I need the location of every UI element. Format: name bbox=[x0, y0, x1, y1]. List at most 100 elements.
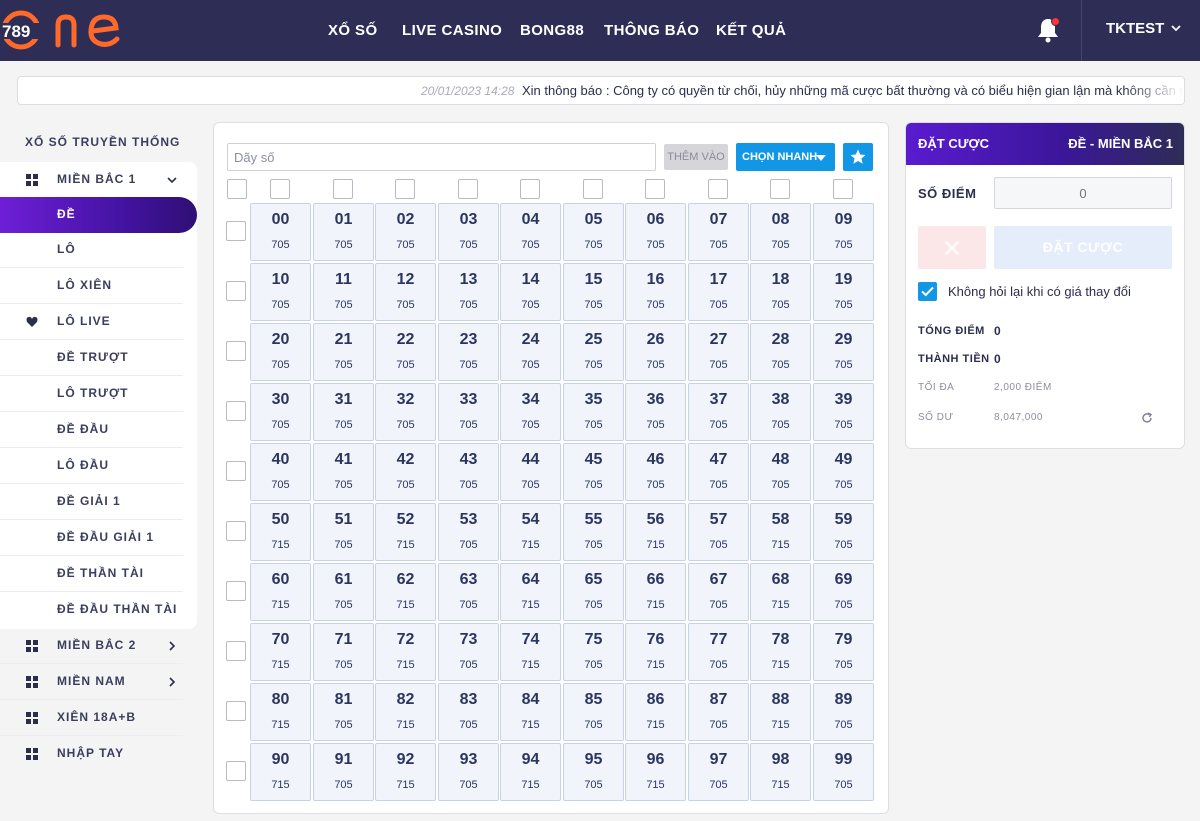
column-checkbox[interactable] bbox=[395, 179, 415, 199]
number-cell[interactable]: 83 705 bbox=[438, 683, 499, 741]
number-cell[interactable]: 22 705 bbox=[375, 323, 436, 381]
number-cell[interactable]: 54 715 bbox=[500, 503, 561, 561]
sidebar-item-de-dau[interactable]: ĐỀ ĐẦU bbox=[0, 412, 183, 448]
number-cell[interactable]: 96 715 bbox=[625, 743, 686, 801]
row-checkbox[interactable] bbox=[226, 401, 246, 421]
row-checkbox[interactable] bbox=[226, 641, 246, 661]
number-cell[interactable]: 39 705 bbox=[813, 383, 874, 441]
column-checkbox[interactable] bbox=[583, 179, 603, 199]
number-cell[interactable]: 11 705 bbox=[313, 263, 374, 321]
sidebar-item-de-dau-giai-1[interactable]: ĐỀ ĐẦU GIẢI 1 bbox=[0, 520, 183, 556]
number-cell[interactable]: 51 705 bbox=[313, 503, 374, 561]
number-cell[interactable]: 94 715 bbox=[500, 743, 561, 801]
number-cell[interactable]: 69 705 bbox=[813, 563, 874, 621]
number-sequence-input[interactable] bbox=[227, 143, 656, 171]
number-cell[interactable]: 29 705 bbox=[813, 323, 874, 381]
number-cell[interactable]: 31 705 bbox=[313, 383, 374, 441]
number-cell[interactable]: 60 715 bbox=[250, 563, 311, 621]
row-checkbox[interactable] bbox=[226, 701, 246, 721]
row-checkbox[interactable] bbox=[226, 581, 246, 601]
add-button[interactable]: THÊM VÀO bbox=[664, 144, 728, 170]
number-cell[interactable]: 79 705 bbox=[813, 623, 874, 681]
number-cell[interactable]: 80 715 bbox=[250, 683, 311, 741]
number-cell[interactable]: 75 705 bbox=[563, 623, 624, 681]
row-checkbox[interactable] bbox=[226, 281, 246, 301]
number-cell[interactable]: 85 705 bbox=[563, 683, 624, 741]
username[interactable]: TKTEST bbox=[1106, 20, 1164, 37]
column-checkbox[interactable] bbox=[333, 179, 353, 199]
favorite-button[interactable] bbox=[843, 143, 873, 171]
number-cell[interactable]: 02 705 bbox=[375, 203, 436, 261]
sidebar-item-lo-dau[interactable]: LÔ ĐẦU bbox=[0, 448, 183, 484]
nav-ketqua[interactable]: KẾT QUẢ bbox=[716, 22, 786, 39]
number-cell[interactable]: 82 715 bbox=[375, 683, 436, 741]
number-cell[interactable]: 09 705 bbox=[813, 203, 874, 261]
column-checkbox[interactable] bbox=[458, 179, 478, 199]
number-cell[interactable]: 89 705 bbox=[813, 683, 874, 741]
number-cell[interactable]: 74 715 bbox=[500, 623, 561, 681]
column-checkbox[interactable] bbox=[708, 179, 728, 199]
number-cell[interactable]: 28 705 bbox=[750, 323, 811, 381]
number-cell[interactable]: 16 705 bbox=[625, 263, 686, 321]
no-ask-checkbox[interactable] bbox=[918, 282, 937, 301]
number-cell[interactable]: 92 715 bbox=[375, 743, 436, 801]
number-cell[interactable]: 23 705 bbox=[438, 323, 499, 381]
place-bet-button[interactable]: ĐẶT CƯỢC bbox=[994, 226, 1172, 269]
number-cell[interactable]: 49 705 bbox=[813, 443, 874, 501]
sidebar-item-de-than-tai[interactable]: ĐỀ THẦN TÀI bbox=[0, 556, 183, 592]
number-cell[interactable]: 14 705 bbox=[500, 263, 561, 321]
row-checkbox[interactable] bbox=[226, 521, 246, 541]
sidebar-item-mien-nam[interactable]: MIỀN NAM bbox=[0, 664, 183, 700]
sidebar-item-lo-live[interactable]: LÔ LIVE bbox=[0, 304, 183, 340]
number-cell[interactable]: 84 715 bbox=[500, 683, 561, 741]
points-input[interactable] bbox=[994, 177, 1172, 209]
column-checkbox[interactable] bbox=[833, 179, 853, 199]
number-cell[interactable]: 00 705 bbox=[250, 203, 311, 261]
number-cell[interactable]: 64 715 bbox=[500, 563, 561, 621]
select-all-checkbox[interactable] bbox=[227, 179, 247, 199]
number-cell[interactable]: 20 705 bbox=[250, 323, 311, 381]
number-cell[interactable]: 86 715 bbox=[625, 683, 686, 741]
number-cell[interactable]: 71 705 bbox=[313, 623, 374, 681]
column-checkbox[interactable] bbox=[270, 179, 290, 199]
number-cell[interactable]: 93 705 bbox=[438, 743, 499, 801]
number-cell[interactable]: 15 705 bbox=[563, 263, 624, 321]
refresh-icon[interactable] bbox=[1141, 412, 1153, 424]
number-cell[interactable]: 68 715 bbox=[750, 563, 811, 621]
number-cell[interactable]: 13 705 bbox=[438, 263, 499, 321]
row-checkbox[interactable] bbox=[226, 461, 246, 481]
column-checkbox[interactable] bbox=[770, 179, 790, 199]
nav-thongbao[interactable]: THÔNG BÁO bbox=[604, 22, 699, 39]
number-cell[interactable]: 34 705 bbox=[500, 383, 561, 441]
number-cell[interactable]: 30 705 bbox=[250, 383, 311, 441]
number-cell[interactable]: 42 705 bbox=[375, 443, 436, 501]
number-cell[interactable]: 12 705 bbox=[375, 263, 436, 321]
number-cell[interactable]: 52 715 bbox=[375, 503, 436, 561]
number-cell[interactable]: 37 705 bbox=[688, 383, 749, 441]
number-cell[interactable]: 70 715 bbox=[250, 623, 311, 681]
sidebar-item-de-truot[interactable]: ĐỀ TRƯỢT bbox=[0, 340, 183, 376]
number-cell[interactable]: 73 705 bbox=[438, 623, 499, 681]
number-cell[interactable]: 10 705 bbox=[250, 263, 311, 321]
number-cell[interactable]: 41 705 bbox=[313, 443, 374, 501]
number-cell[interactable]: 17 705 bbox=[688, 263, 749, 321]
clear-button[interactable] bbox=[918, 226, 986, 269]
number-cell[interactable]: 77 705 bbox=[688, 623, 749, 681]
number-cell[interactable]: 57 705 bbox=[688, 503, 749, 561]
site-logo[interactable]: 789 one bbox=[0, 9, 130, 51]
number-cell[interactable]: 35 705 bbox=[563, 383, 624, 441]
sidebar-item-de-giai-1[interactable]: ĐỀ GIẢI 1 bbox=[0, 484, 183, 520]
sidebar-item-lo-truot[interactable]: LÔ TRƯỢT bbox=[0, 376, 183, 412]
number-cell[interactable]: 91 705 bbox=[313, 743, 374, 801]
number-cell[interactable]: 32 705 bbox=[375, 383, 436, 441]
number-cell[interactable]: 21 705 bbox=[313, 323, 374, 381]
number-cell[interactable]: 88 715 bbox=[750, 683, 811, 741]
sidebar-item-de-dau-than-tai[interactable]: ĐỀ ĐẦU THẦN TÀI bbox=[0, 592, 183, 628]
number-cell[interactable]: 08 705 bbox=[750, 203, 811, 261]
number-cell[interactable]: 76 715 bbox=[625, 623, 686, 681]
number-cell[interactable]: 06 705 bbox=[625, 203, 686, 261]
number-cell[interactable]: 05 705 bbox=[563, 203, 624, 261]
number-cell[interactable]: 55 705 bbox=[563, 503, 624, 561]
nav-bong88[interactable]: BONG88 bbox=[520, 22, 584, 39]
sidebar-item-de[interactable]: ĐỀ bbox=[0, 197, 197, 233]
